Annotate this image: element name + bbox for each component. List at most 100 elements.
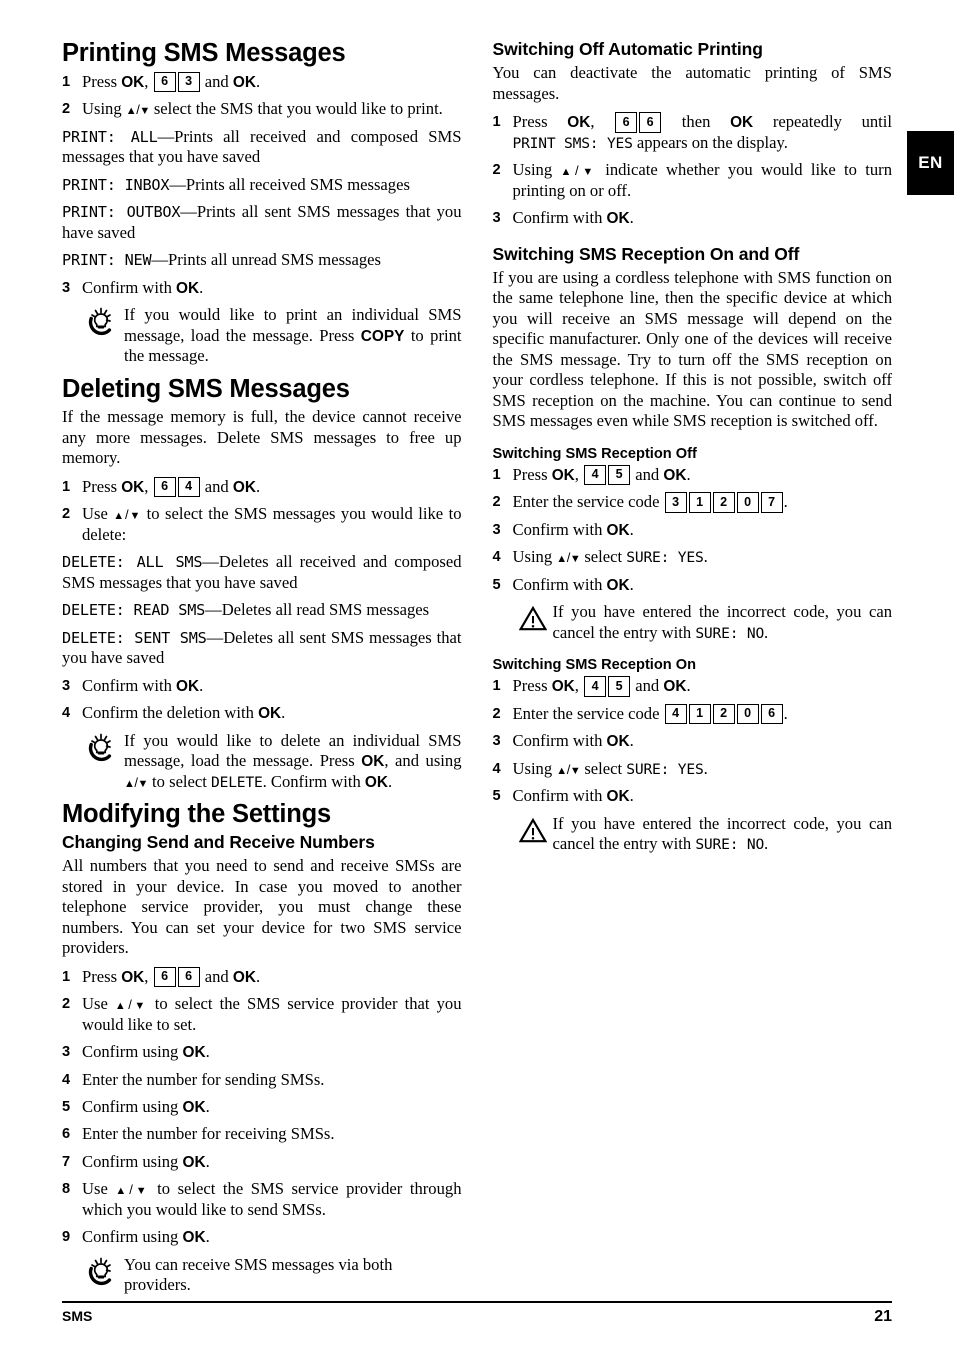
step-text-post: . [255, 476, 261, 496]
up-down-arrow-icon: ▲/▼ [556, 761, 581, 777]
option-description: —Prints all received SMS messages [169, 174, 410, 194]
step-text-pre: Confirm with [82, 277, 177, 297]
key-ok-label: OK [551, 678, 575, 696]
step-text-post: . [629, 731, 634, 751]
step-text-post: . [255, 71, 261, 91]
step-text-pre: Confirm using [82, 1227, 183, 1247]
keypad-sequence: 66 [614, 112, 662, 133]
heading-printing-sms-messages: Printing SMS Messages [62, 39, 346, 67]
section-intro-paragraph: All numbers that you need to send and re… [62, 856, 462, 958]
display-option: DELETE: READ SMS—Deletes all read SMS me… [62, 600, 462, 620]
step-text-post: . [629, 786, 634, 806]
section-intro-paragraph: If the message memory is full, the devic… [62, 407, 462, 468]
step-text-pre: Use [82, 1179, 116, 1199]
step-text-mid: , [574, 464, 584, 484]
footer-chapter-label: SMS [62, 1308, 93, 1324]
step-text: Confirm using OK. [82, 1097, 462, 1117]
key-ok-label: OK [121, 968, 145, 986]
tip-text: If you would like to print an individual… [124, 305, 462, 366]
lcd-value: PRINT: INBOX [62, 175, 170, 194]
step-number: 1 [62, 478, 71, 495]
tip-hand-icon [88, 731, 124, 792]
lcd-value: PRINT: NEW [62, 251, 152, 270]
step-text-pre: Confirm with [512, 786, 607, 806]
step-text: Press OK, 45 and OK. [512, 464, 893, 486]
step-number: 3 [492, 210, 501, 227]
step-text-post: . [783, 492, 788, 512]
up-down-arrow-icon: ▲/▼ [114, 997, 148, 1013]
footer-row: SMS 21 [62, 1303, 892, 1326]
lcd-value: SURE: YES [626, 549, 704, 567]
step-text-pre: Confirm using [82, 1151, 183, 1171]
keypad-key: 0 [736, 492, 759, 513]
step-text: Using ▲/▼ indicate whether you would lik… [513, 160, 893, 201]
step-text-post: . [629, 574, 634, 594]
step-text: Confirm using OK. [82, 1042, 462, 1062]
step-item: 2 Use ▲/▼ to select the SMS messages you… [62, 504, 462, 545]
step-text: Confirm with OK. [513, 786, 893, 806]
keypad-key: 6 [760, 703, 783, 725]
step-item: 1 Press OK, 45 and OK. [493, 676, 893, 697]
keypad-key: 3 [664, 492, 687, 513]
step-text-post: . [199, 277, 204, 297]
display-option: PRINT: ALL—Prints all received and compo… [62, 127, 462, 168]
step-text: Enter the service code 41206. [513, 703, 893, 725]
key-ok-label: OK [232, 73, 256, 91]
step-text-pre: Using [512, 547, 557, 567]
step-number: 8 [62, 1181, 71, 1198]
lcd-value: PRINT: OUTBOX [62, 203, 181, 222]
step-text: Press OK, 66 then OK repeatedly until PR… [513, 112, 892, 153]
step-item: 5 Confirm using OK. [62, 1097, 462, 1117]
keypad-key: 4 [584, 464, 607, 486]
step-text: Using ▲/▼ select SURE: YES. [513, 547, 893, 567]
display-option: PRINT: OUTBOX—Prints all sent SMS messag… [62, 202, 462, 243]
step-item: 3 Confirm with OK. [493, 731, 893, 751]
keypad-key: 4 [177, 476, 200, 498]
step-number: 4 [62, 705, 71, 722]
step-item: 3 Confirm with OK. [62, 278, 462, 298]
step-text-pre: Press [512, 676, 552, 696]
tip-text: You can receive SMS messages via both pr… [124, 1254, 393, 1295]
heading-deleting-sms-messages: Deleting SMS Messages [62, 374, 350, 403]
keypad-key: 2 [712, 703, 735, 725]
step-item: 2 Use ▲/▼ to select the SMS service prov… [62, 994, 462, 1035]
keypad-key: 6 [639, 112, 662, 133]
warning-text: If you have entered the incorrect code, … [553, 602, 893, 643]
key-ok-label: OK [182, 1099, 206, 1116]
step-number: 5 [62, 1099, 71, 1115]
step-text-post: appears on the display. [632, 132, 788, 152]
step-number: 1 [492, 466, 501, 483]
step-text-post: . [205, 1042, 210, 1062]
step-text-pre: Using [512, 160, 561, 180]
warning-text-post: . [764, 834, 769, 854]
step-item: 1 Press OK, 66 then OK repeatedly until … [493, 112, 892, 153]
subheading-changing-send-receive-numbers: Changing Send and Receive Numbers [62, 831, 375, 852]
step-text: Confirm with OK. [513, 208, 893, 228]
page-footer: SMS 21 [62, 1301, 892, 1326]
step-item: 3 Confirm with OK. [62, 676, 462, 696]
step-item: 2 Enter the service code 31207. [493, 492, 893, 513]
step-text-mid: , [144, 966, 153, 986]
step-text: Using ▲/▼ select SURE: YES. [513, 759, 893, 779]
step-number: 4 [492, 760, 501, 777]
keypad-key: 6 [615, 112, 638, 133]
section-intro-paragraph: If you are using a cordless telephone wi… [492, 267, 893, 431]
key-ok-label: OK [663, 466, 687, 484]
step-text-post-pre: and [200, 71, 233, 91]
keypad-key: 3 [177, 71, 200, 93]
step-item: 3 Confirm using OK. [62, 1042, 462, 1062]
warning-callout: If you have entered the incorrect code, … [493, 814, 892, 855]
step-text-post: . [686, 676, 691, 696]
step-number: 3 [492, 521, 501, 538]
key-ok-label: OK [551, 466, 575, 484]
two-column-body: Printing SMS Messages 1 Press OK, 6 3 and… [62, 39, 893, 1305]
step-text-pre: Using [82, 99, 126, 119]
step-text: Confirm with OK. [513, 731, 893, 751]
step-number: 5 [492, 788, 501, 805]
step-text-pre: Press [512, 464, 552, 484]
step-number: 5 [492, 576, 501, 593]
key-ok-label: OK [361, 753, 385, 771]
keypad-key: 4 [664, 703, 687, 725]
step-number: 2 [62, 996, 71, 1013]
step-text-pre: Enter the service code [512, 492, 664, 512]
